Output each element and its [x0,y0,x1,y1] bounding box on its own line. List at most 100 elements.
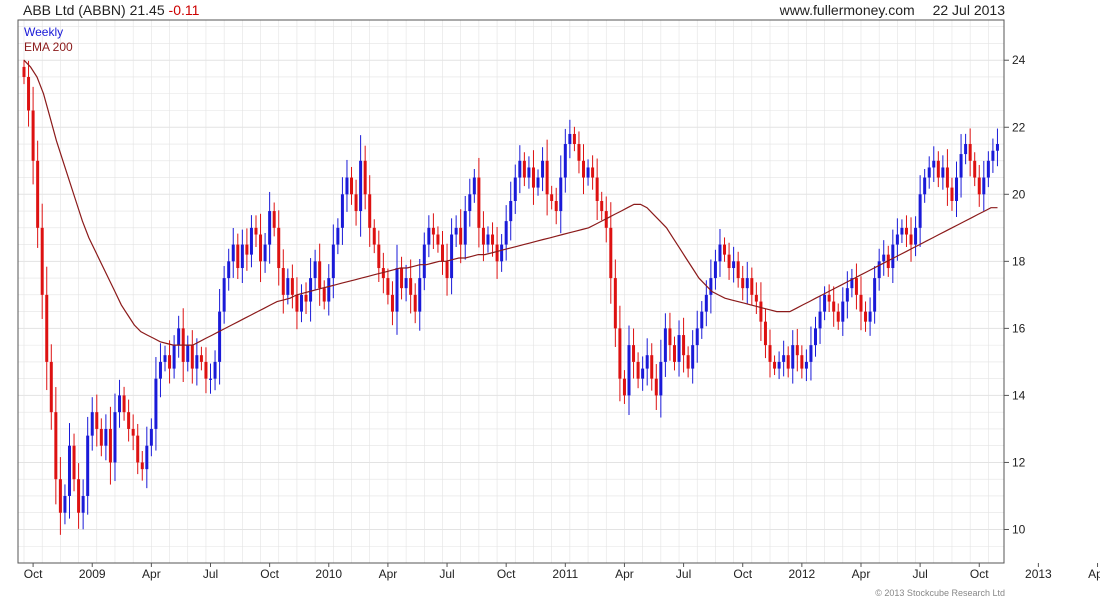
candle-body [909,234,913,245]
candle-body [991,150,995,161]
candle-body [245,244,249,255]
candle [904,215,908,247]
candle [113,393,117,482]
candle-body [827,294,831,302]
candle-body [750,278,754,295]
candle-body [186,345,190,362]
candle-body [340,194,344,228]
candle [318,243,322,306]
candle [941,155,945,190]
candle-body [227,261,231,279]
candle [691,330,695,384]
candle-body [704,294,708,312]
candle-body [923,177,927,195]
candle-body [695,328,699,346]
candle [213,350,217,391]
candle [964,133,968,165]
candle [591,155,595,190]
candle [745,261,749,305]
candle [663,313,667,377]
candle [63,484,67,525]
candle-body [541,160,545,178]
candle-body [950,187,954,201]
candle-body [609,227,613,279]
y-tick-label: 16 [1012,321,1026,335]
candle [741,265,745,301]
candle [895,218,899,261]
x-tick-label: 2010 [315,567,342,581]
candle-body [318,261,322,289]
candle [154,357,158,451]
candle-body [677,335,681,362]
candle-body [231,244,235,262]
candle [218,288,222,385]
candle [413,283,417,324]
candle [582,144,586,195]
candle-body [168,355,172,369]
candle [586,159,590,186]
candle [836,303,840,330]
candle [386,268,390,305]
candle-body [213,361,217,379]
candle [500,234,504,272]
candle-body [95,412,99,429]
candle-body [427,227,431,245]
candle [77,463,81,529]
candle [454,215,458,247]
candle-body [914,227,918,245]
candle [322,280,326,310]
candle-body [672,345,676,362]
candle [359,135,363,237]
candle [636,352,640,389]
x-tick-label: Apr [379,567,398,581]
candle-body [40,227,44,295]
candle-body [154,378,158,429]
candle [372,219,376,254]
candle [554,187,558,225]
candle [627,325,631,416]
candle [450,218,454,295]
candle-body [900,227,904,235]
candle-body [718,244,722,262]
candle [268,191,272,264]
candle [813,316,817,357]
candle [149,418,153,457]
candle-body [732,261,736,269]
candle-body [632,345,636,362]
candle-body [522,160,526,178]
x-axis: Oct 2009 Apr Jul Oct 2010 Apr Jul Oct 2011 Apr Jul O… [24,563,1100,581]
candle [277,210,281,286]
candle-body [550,194,554,201]
candle [650,343,654,391]
candle [477,157,481,248]
candle [199,346,203,371]
candle [991,138,995,173]
candle [259,213,263,283]
candle-body [545,160,549,195]
candle-body [199,355,203,362]
candle-body [768,345,772,362]
x-tick-label: Oct [260,567,279,581]
candle [281,249,285,314]
candle-body [113,412,117,463]
candle [682,317,686,373]
y-tick-label: 24 [1012,53,1026,67]
candle [272,202,276,237]
x-tick-label: Oct [24,567,43,581]
candle-body [45,294,49,362]
candle-body [99,428,103,446]
candle [486,226,490,253]
candle [823,286,827,321]
candle [36,140,40,248]
candle [918,175,922,247]
candle-body [90,412,94,436]
candle-body [518,160,522,178]
price-chart: 10 12 14 16 18 20 22 24 Oct 2009 Apr Jul Oct 2010 Apr… [17,19,1100,581]
candle-body [345,177,349,195]
candle [304,282,308,315]
candle-body [682,335,686,356]
candle [795,328,799,372]
candle [427,215,431,258]
candle [204,347,208,394]
candle-body [877,261,881,279]
